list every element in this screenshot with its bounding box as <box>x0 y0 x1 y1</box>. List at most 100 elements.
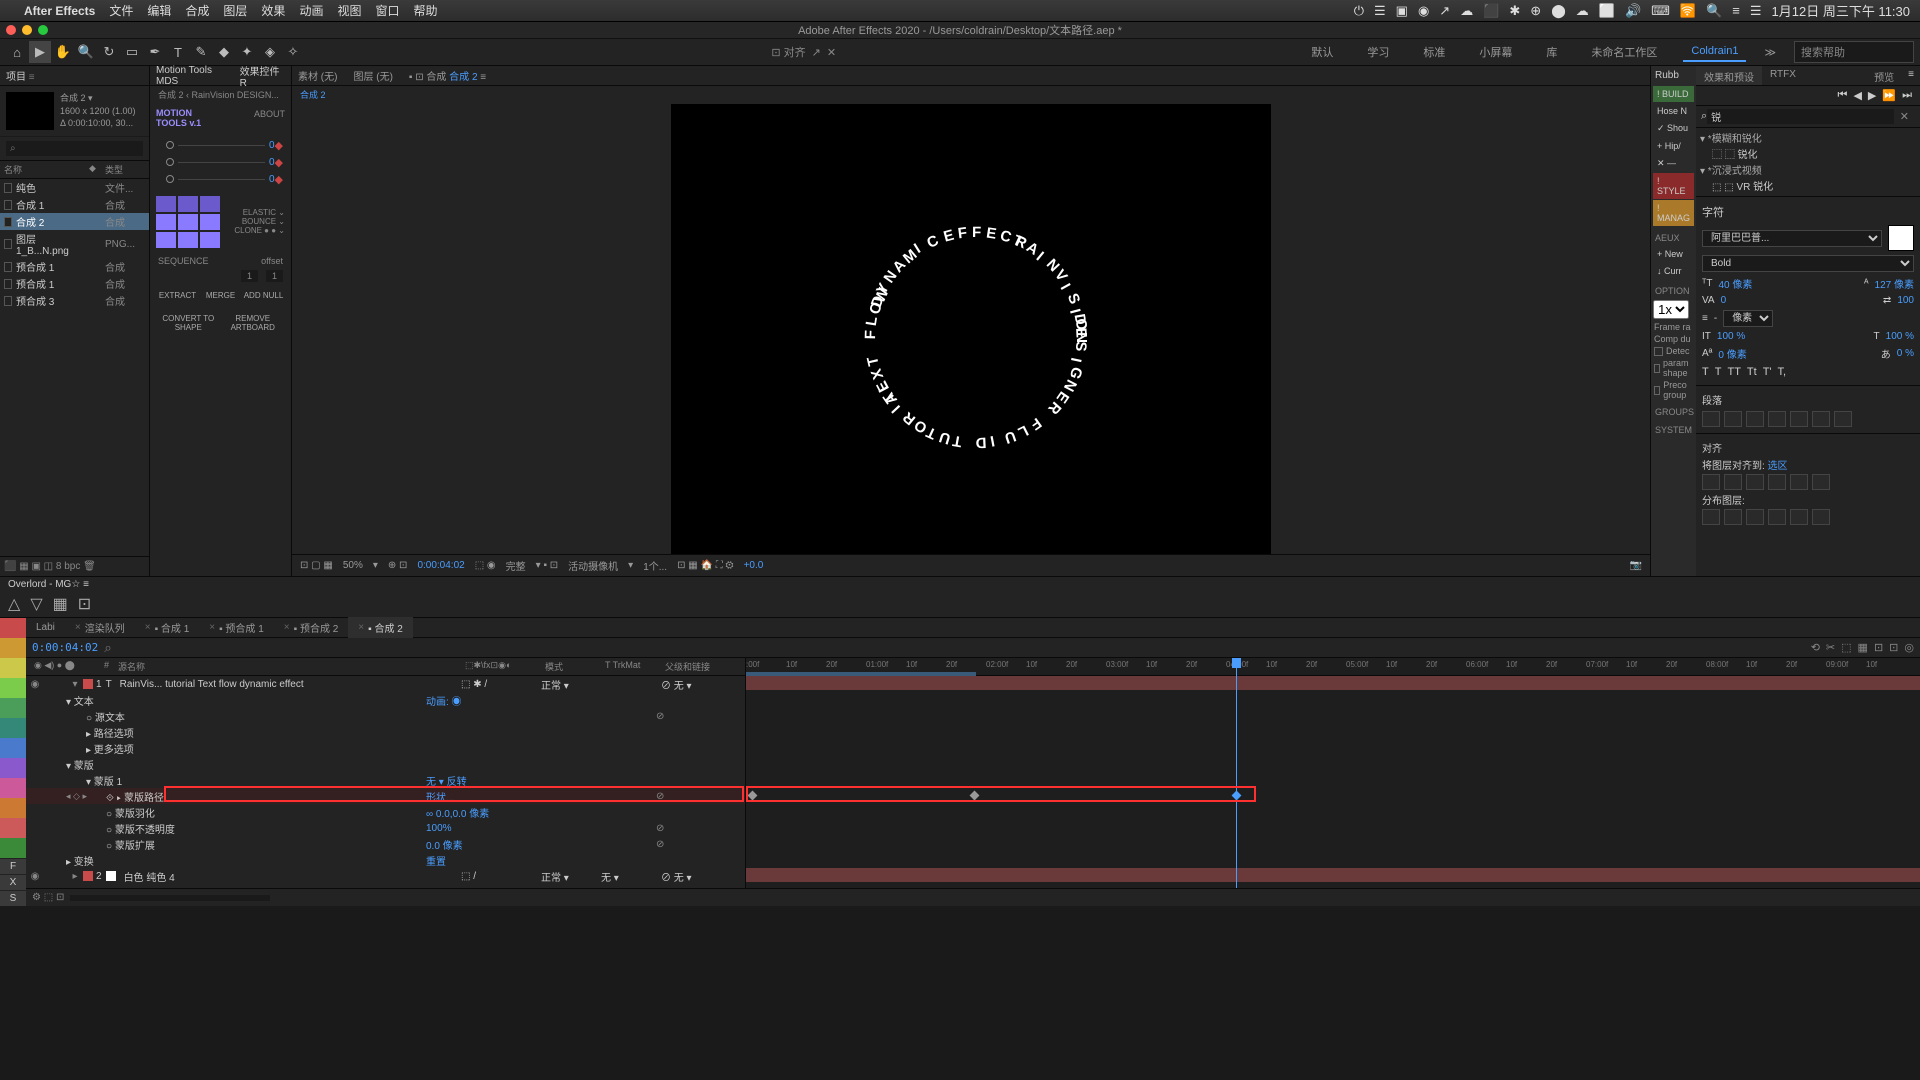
status-icon[interactable]: ☁ <box>1460 3 1473 19</box>
label-color[interactable] <box>0 638 26 658</box>
tab-preview[interactable]: 预览 <box>1866 66 1902 85</box>
effect-sharpen[interactable]: ⬚ ⬚ 锐化 <box>1700 145 1916 162</box>
status-icon[interactable]: 🔍 <box>1706 3 1722 19</box>
fill-color[interactable] <box>1888 225 1914 251</box>
status-icon[interactable]: ≡ <box>1732 3 1740 18</box>
window-controls[interactable] <box>6 25 48 35</box>
label-color[interactable] <box>0 678 26 698</box>
zoom-level[interactable]: 50% <box>343 560 363 571</box>
resolution[interactable]: 完整 <box>506 558 526 573</box>
label-color[interactable] <box>0 798 26 818</box>
panel-tag[interactable]: + Hip/ <box>1653 138 1694 154</box>
hand-tool[interactable]: ✋ <box>52 41 74 63</box>
status-icon[interactable]: ⏻ <box>1354 3 1364 19</box>
ruler-tick[interactable]: 20f <box>1546 660 1557 669</box>
status-icon[interactable]: ✱ <box>1509 3 1520 19</box>
property-row[interactable]: ○ 蒙版羽化∞ 0.0,0.0 像素 <box>26 804 745 820</box>
label-color[interactable] <box>0 658 26 678</box>
flowchart-breadcrumb[interactable]: 合成 2 <box>292 86 1650 104</box>
tracking[interactable]: 100 <box>1897 295 1914 306</box>
workspace-unnamed[interactable]: 未命名工作区 <box>1583 41 1665 63</box>
layer-label[interactable] <box>83 871 93 881</box>
composition-viewer[interactable]: RAINVISIONDESIGNERFLUIDTUTORIALTEXT FLOW… <box>671 104 1271 554</box>
property-row[interactable]: ◂ ◇ ▸⟐ ▸ 蒙版路径形状...⊘ <box>26 788 745 804</box>
camera[interactable]: 活动摄像机 <box>568 558 618 573</box>
timeline-tab[interactable]: × ▪ 预合成 2 <box>274 617 349 638</box>
timeline-tab[interactable]: Labi <box>26 619 65 636</box>
type-tool[interactable]: T <box>167 41 189 63</box>
prev-first[interactable]: ⏮ <box>1838 89 1848 102</box>
selection-tool[interactable]: ▶ <box>29 41 51 63</box>
slider-knob[interactable] <box>166 141 174 149</box>
tab-rtfx[interactable]: RTFX <box>1762 66 1804 85</box>
ruler-tick[interactable]: 20f <box>1666 660 1677 669</box>
label-color[interactable] <box>0 758 26 778</box>
merge-button[interactable]: MERGE <box>199 288 242 303</box>
slider-knob[interactable] <box>166 158 174 166</box>
menu-animation[interactable]: 动画 <box>299 2 323 19</box>
text-style-button[interactable]: T <box>1715 366 1722 378</box>
ruler-tick[interactable]: 02:00f <box>986 660 1008 669</box>
ruler-tick[interactable]: 20f <box>1786 660 1797 669</box>
ruler-tick[interactable]: 07:00f <box>1586 660 1608 669</box>
label-color[interactable] <box>0 818 26 838</box>
ruler-tick[interactable]: 20f <box>1306 660 1317 669</box>
viewer-timecode[interactable]: 0:00:04:02 <box>417 560 464 571</box>
project-item[interactable]: 预合成 3合成 <box>0 292 149 309</box>
timeline-tool[interactable]: ⊡ <box>1874 641 1883 654</box>
stroke-unit[interactable]: 像素 <box>1723 310 1773 327</box>
ruler-tick[interactable]: 10f <box>906 660 917 669</box>
timeline-tracks[interactable]: :00f10f20f01:00f10f20f02:00f10f20f03:00f… <box>746 658 1920 888</box>
workspace-lib[interactable]: 库 <box>1538 41 1565 63</box>
layer-row[interactable]: ◉ ▸ 2 白色 纯色 4 ⬚ / 正常 ▾ 无 ▾ ⊘ 无 ▾ <box>26 868 745 884</box>
status-icon[interactable]: ⬤ <box>1551 3 1566 19</box>
minimize-icon[interactable] <box>22 25 32 35</box>
orbit-tool[interactable]: ↻ <box>98 41 120 63</box>
workspace-default[interactable]: 默认 <box>1303 41 1341 63</box>
panel-tag[interactable]: ✓ Shou <box>1653 120 1694 137</box>
prev-play[interactable]: ▶ <box>1868 89 1876 102</box>
panel-tag[interactable]: ! STYLE <box>1653 173 1694 199</box>
font-select[interactable]: 阿里巴巴普... <box>1702 230 1882 247</box>
keyframe[interactable] <box>970 791 980 801</box>
text-style-button[interactable]: T, <box>1778 366 1787 378</box>
menu-view[interactable]: 视图 <box>337 2 361 19</box>
ruler-tick[interactable]: 20f <box>826 660 837 669</box>
workspace-coldrain[interactable]: Coldrain1 <box>1683 42 1746 62</box>
roto-tool[interactable]: ◈ <box>259 41 281 63</box>
prev-fwd[interactable]: ⏩ <box>1882 89 1896 102</box>
menu-layer[interactable]: 图层 <box>223 2 247 19</box>
ruler-tick[interactable]: 20f <box>946 660 957 669</box>
status-icon[interactable]: 🛜 <box>1680 3 1696 19</box>
ruler-tick[interactable]: 09:00f <box>1826 660 1848 669</box>
status-icon[interactable]: ⊕ <box>1530 3 1541 19</box>
menu-effect[interactable]: 效果 <box>261 2 285 19</box>
num-views[interactable]: 1个... <box>643 558 667 573</box>
home-tool[interactable]: ⌂ <box>6 41 28 63</box>
status-icon[interactable]: ☰ <box>1750 3 1762 19</box>
col-type[interactable]: 类型 <box>105 163 145 176</box>
ruler-tick[interactable]: 20f <box>1426 660 1437 669</box>
status-icon[interactable]: ⬛ <box>1483 3 1499 19</box>
workspace-more[interactable]: ≫ <box>1764 46 1776 59</box>
addnull-button[interactable]: ADD NULL <box>242 288 285 303</box>
property-row[interactable]: ▾ 蒙版 1无 ▾ 反转 <box>26 772 745 788</box>
eraser-tool[interactable]: ✦ <box>236 41 258 63</box>
convert-shape-button[interactable]: CONVERT TO SHAPE <box>156 311 221 335</box>
layer-bar[interactable] <box>746 676 1920 690</box>
timeline-tab[interactable]: × ▪ 预合成 1 <box>199 617 274 638</box>
project-search[interactable] <box>6 141 143 156</box>
label-color[interactable] <box>0 698 26 718</box>
font-size[interactable]: 40 像素 <box>1718 276 1752 291</box>
about-button[interactable]: ABOUT <box>254 109 285 129</box>
label-color[interactable] <box>0 838 26 858</box>
ruler-tick[interactable]: 01:00f <box>866 660 888 669</box>
ruler-tick[interactable]: 20f <box>1186 660 1197 669</box>
workspace-small[interactable]: 小屏幕 <box>1471 41 1520 63</box>
property-row[interactable]: ○ 源文本⊘ <box>26 708 745 724</box>
tool-opt[interactable]: ↗ <box>812 46 821 59</box>
menu-edit[interactable]: 编辑 <box>147 2 171 19</box>
text-style-button[interactable]: TT <box>1727 366 1740 378</box>
property-row[interactable]: ▸ 更多选项 <box>26 740 745 756</box>
timeline-tool[interactable]: ✂ <box>1826 641 1835 654</box>
